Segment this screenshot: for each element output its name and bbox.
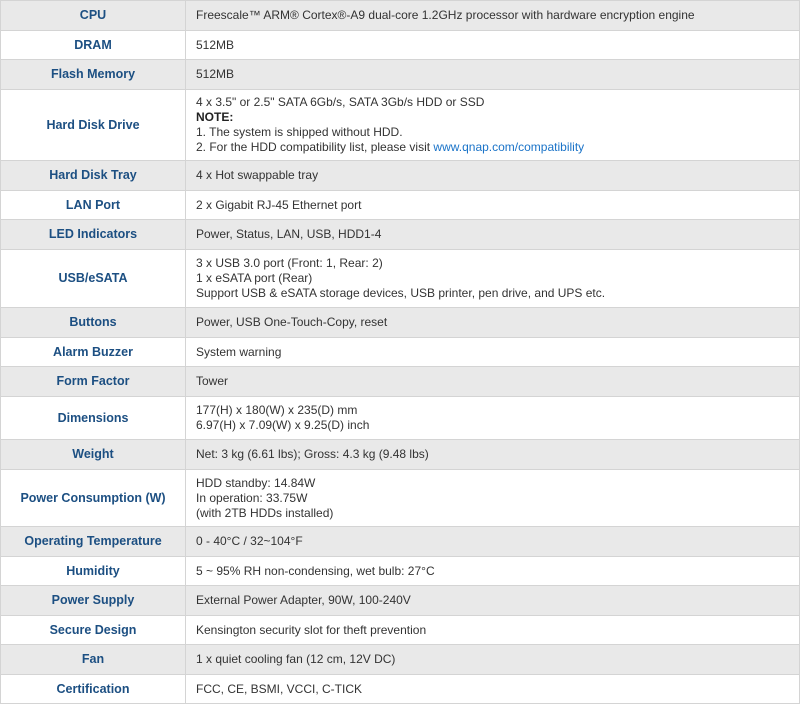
spec-value: Net: 3 kg (6.61 lbs); Gross: 4.3 kg (9.4… xyxy=(185,439,800,470)
spec-label: Alarm Buzzer xyxy=(0,337,186,367)
spec-label: Secure Design xyxy=(0,615,186,645)
spec-value: Kensington security slot for theft preve… xyxy=(185,615,800,645)
spec-value-line: Power, Status, LAN, USB, HDD1-4 xyxy=(196,227,382,241)
spec-label: DRAM xyxy=(0,30,186,60)
spec-value-line: (with 2TB HDDs installed) xyxy=(196,505,334,520)
specifications-table: CPU Freescale™ ARM® Cortex®-A9 dual-core… xyxy=(0,0,800,704)
spec-row-weight: Weight Net: 3 kg (6.61 lbs); Gross: 4.3 … xyxy=(0,439,800,470)
spec-value-line: External Power Adapter, 90W, 100-240V xyxy=(196,593,411,607)
spec-row-buttons: Buttons Power, USB One-Touch-Copy, reset xyxy=(0,307,800,338)
spec-label: Power Consumption (W) xyxy=(0,469,186,527)
spec-value: 512MB xyxy=(185,59,800,90)
spec-value: 2 x Gigabit RJ-45 Ethernet port xyxy=(185,190,800,220)
spec-value-line: In operation: 33.75W xyxy=(196,490,308,505)
spec-row-dimensions: Dimensions 177(H) x 180(W) x 235(D) mm 6… xyxy=(0,396,800,440)
spec-row-hard-disk-drive: Hard Disk Drive 4 x 3.5" or 2.5" SATA 6G… xyxy=(0,89,800,161)
spec-value-line: 6.97(H) x 7.09(W) x 9.25(D) inch xyxy=(196,418,370,432)
spec-value-line: Support USB & eSATA storage devices, USB… xyxy=(196,286,606,300)
note-label: NOTE: xyxy=(196,110,234,124)
spec-value-line: Kensington security slot for theft preve… xyxy=(196,622,427,637)
spec-label: Fan xyxy=(0,644,186,675)
spec-row-alarm-buzzer: Alarm Buzzer System warning xyxy=(0,337,800,367)
spec-value: Power, USB One-Touch-Copy, reset xyxy=(185,307,800,338)
spec-row-cpu: CPU Freescale™ ARM® Cortex®-A9 dual-core… xyxy=(0,0,800,31)
spec-value-line: Freescale™ ARM® Cortex®-A9 dual-core 1.2… xyxy=(196,8,695,22)
spec-row-certification: Certification FCC, CE, BSMI, VCCI, C-TIC… xyxy=(0,674,800,704)
spec-label: CPU xyxy=(0,0,186,31)
spec-value: 3 x USB 3.0 port (Front: 1, Rear: 2) 1 x… xyxy=(185,249,800,308)
spec-label: Certification xyxy=(0,674,186,704)
spec-value-line: HDD standby: 14.84W xyxy=(196,475,316,490)
spec-row-humidity: Humidity 5 ~ 95% RH non-condensing, wet … xyxy=(0,556,800,586)
spec-value: 1 x quiet cooling fan (12 cm, 12V DC) xyxy=(185,644,800,675)
spec-value-line: 1 x eSATA port (Rear) xyxy=(196,271,313,285)
spec-row-operating-temperature: Operating Temperature 0 - 40°C / 32~104°… xyxy=(0,526,800,557)
spec-label: USB/eSATA xyxy=(0,249,186,308)
spec-row-secure-design: Secure Design Kensington security slot f… xyxy=(0,615,800,645)
spec-label: Power Supply xyxy=(0,585,186,616)
spec-value-line: 3 x USB 3.0 port (Front: 1, Rear: 2) xyxy=(196,256,383,270)
spec-label: Hard Disk Drive xyxy=(0,89,186,161)
spec-value: 177(H) x 180(W) x 235(D) mm 6.97(H) x 7.… xyxy=(185,396,800,440)
spec-label: Hard Disk Tray xyxy=(0,160,186,191)
spec-value-line: 512MB xyxy=(196,37,235,52)
spec-row-power-consumption: Power Consumption (W) HDD standby: 14.84… xyxy=(0,469,800,527)
spec-row-flash-memory: Flash Memory 512MB xyxy=(0,59,800,90)
spec-label: Flash Memory xyxy=(0,59,186,90)
spec-value: Power, Status, LAN, USB, HDD1-4 xyxy=(185,219,800,250)
spec-row-power-supply: Power Supply External Power Adapter, 90W… xyxy=(0,585,800,616)
spec-label: LED Indicators xyxy=(0,219,186,250)
spec-value-line: 177(H) x 180(W) x 235(D) mm xyxy=(196,403,358,417)
spec-label: Humidity xyxy=(0,556,186,586)
spec-value: HDD standby: 14.84W In operation: 33.75W… xyxy=(185,469,800,527)
spec-value: 5 ~ 95% RH non-condensing, wet bulb: 27°… xyxy=(185,556,800,586)
spec-row-form-factor: Form Factor Tower xyxy=(0,366,800,397)
spec-row-led-indicators: LED Indicators Power, Status, LAN, USB, … xyxy=(0,219,800,250)
spec-value-line: 1 x quiet cooling fan (12 cm, 12V DC) xyxy=(196,652,396,666)
spec-value: External Power Adapter, 90W, 100-240V xyxy=(185,585,800,616)
compatibility-link[interactable]: www.qnap.com/compatibility xyxy=(433,140,584,154)
spec-value-line: Power, USB One-Touch-Copy, reset xyxy=(196,315,388,329)
spec-value-line: 4 x Hot swappable tray xyxy=(196,168,319,182)
spec-value-line: 2. For the HDD compatibility list, pleas… xyxy=(196,140,434,154)
spec-label: Buttons xyxy=(0,307,186,338)
spec-value: FCC, CE, BSMI, VCCI, C-TICK xyxy=(185,674,800,704)
spec-value-line: 1. The system is shipped without HDD. xyxy=(196,125,403,139)
spec-value: Freescale™ ARM® Cortex®-A9 dual-core 1.2… xyxy=(185,0,800,31)
spec-value-line: 5 ~ 95% RH non-condensing, wet bulb: 27°… xyxy=(196,563,435,578)
spec-label: Weight xyxy=(0,439,186,470)
spec-value: Tower xyxy=(185,366,800,397)
spec-value-line: 512MB xyxy=(196,67,235,81)
spec-value-line: Net: 3 kg (6.61 lbs); Gross: 4.3 kg (9.4… xyxy=(196,447,429,461)
spec-value: System warning xyxy=(185,337,800,367)
spec-value-line: 0 - 40°C / 32~104°F xyxy=(196,534,303,548)
spec-value: 0 - 40°C / 32~104°F xyxy=(185,526,800,557)
spec-value-line: 2 x Gigabit RJ-45 Ethernet port xyxy=(196,197,362,212)
spec-value-line: Tower xyxy=(196,374,229,388)
spec-row-fan: Fan 1 x quiet cooling fan (12 cm, 12V DC… xyxy=(0,644,800,675)
spec-label: Form Factor xyxy=(0,366,186,397)
spec-label: Operating Temperature xyxy=(0,526,186,557)
spec-row-lan-port: LAN Port 2 x Gigabit RJ-45 Ethernet port xyxy=(0,190,800,220)
spec-value-line: 4 x 3.5" or 2.5" SATA 6Gb/s, SATA 3Gb/s … xyxy=(196,95,485,109)
spec-value-line: FCC, CE, BSMI, VCCI, C-TICK xyxy=(196,681,363,696)
spec-value: 4 x Hot swappable tray xyxy=(185,160,800,191)
spec-row-hard-disk-tray: Hard Disk Tray 4 x Hot swappable tray xyxy=(0,160,800,191)
spec-label: LAN Port xyxy=(0,190,186,220)
spec-value-line: System warning xyxy=(196,344,282,359)
spec-row-usb-esata: USB/eSATA 3 x USB 3.0 port (Front: 1, Re… xyxy=(0,249,800,308)
spec-value: 4 x 3.5" or 2.5" SATA 6Gb/s, SATA 3Gb/s … xyxy=(185,89,800,161)
spec-label: Dimensions xyxy=(0,396,186,440)
spec-value: 512MB xyxy=(185,30,800,60)
spec-row-dram: DRAM 512MB xyxy=(0,30,800,60)
